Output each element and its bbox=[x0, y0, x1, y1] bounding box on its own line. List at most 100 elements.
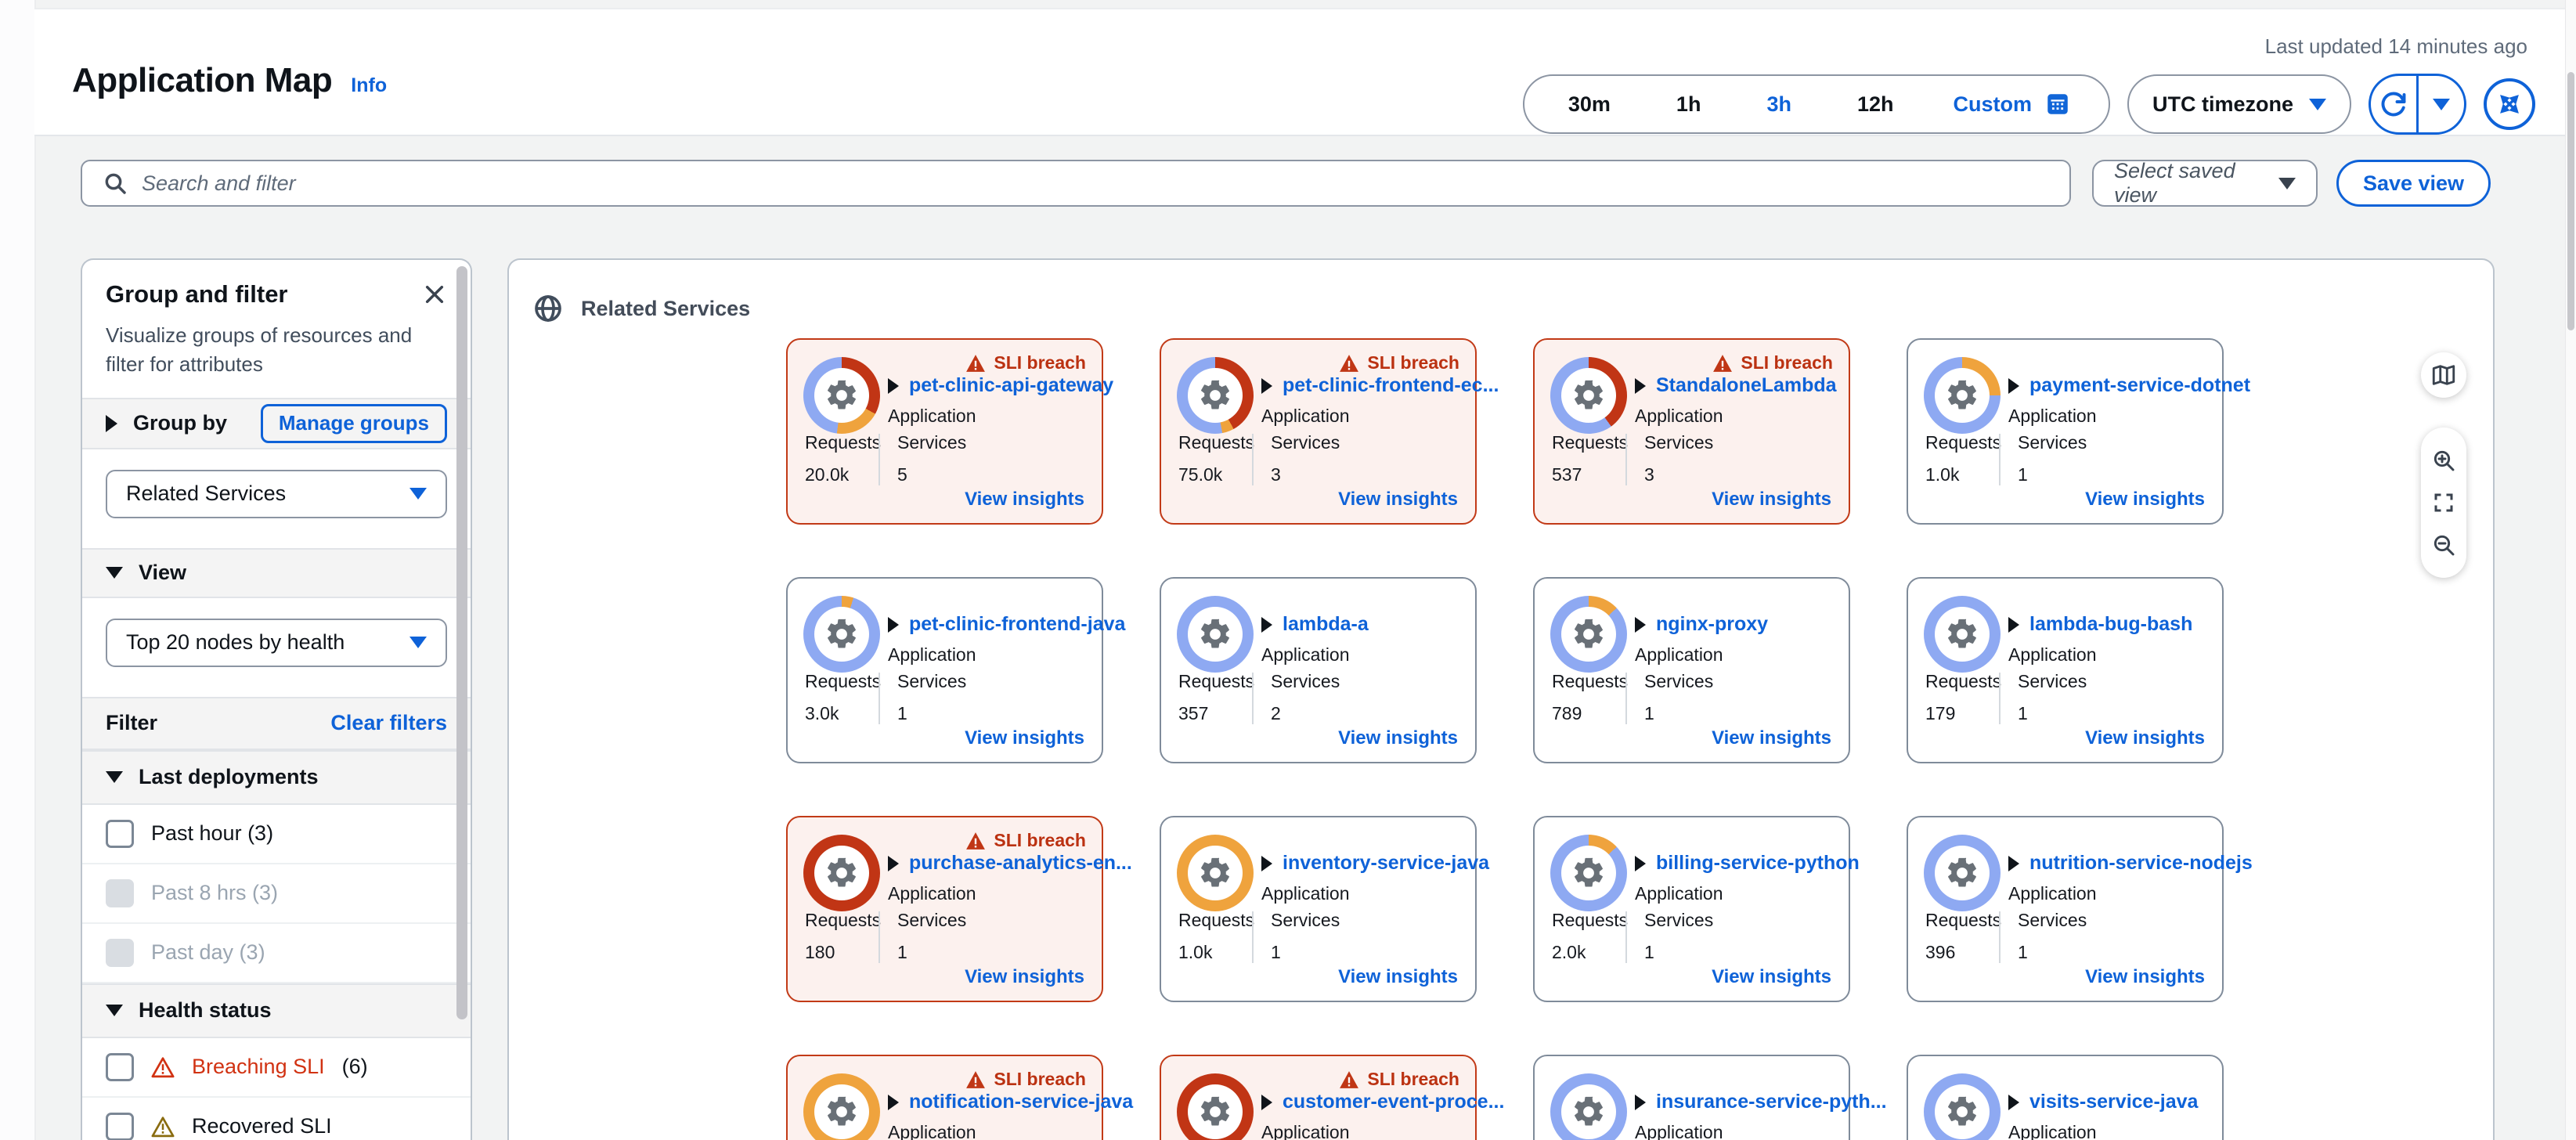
service-name-row[interactable]: lambda-bug-bash bbox=[2008, 613, 2192, 636]
service-card[interactable]: SLI breach lambda-bug-bash Application R… bbox=[1907, 577, 2224, 763]
service-card[interactable]: SLI breach pet-clinic-frontend-ec... App… bbox=[1160, 338, 1477, 525]
fit-to-screen-button[interactable] bbox=[2432, 491, 2455, 514]
expander-triangle-icon[interactable] bbox=[1635, 856, 1646, 871]
service-name-link[interactable]: payment-service-dotnet bbox=[2029, 374, 2250, 397]
service-name-row[interactable]: pet-clinic-api-gateway bbox=[888, 374, 1113, 397]
select-saved-view-dropdown[interactable]: Select saved view bbox=[2092, 160, 2318, 207]
clear-filters-link[interactable]: Clear filters bbox=[330, 711, 447, 735]
timezone-select[interactable]: UTC timezone bbox=[2127, 74, 2351, 134]
expander-triangle-icon[interactable] bbox=[1635, 1095, 1646, 1110]
service-card[interactable]: SLI breach nutrition-service-nodejs Appl… bbox=[1907, 816, 2224, 1002]
expander-triangle-icon[interactable] bbox=[1261, 378, 1272, 394]
service-name-row[interactable]: pet-clinic-frontend-ec... bbox=[1261, 374, 1499, 397]
service-name-link[interactable]: nginx-proxy bbox=[1656, 613, 1768, 636]
service-card[interactable]: SLI breach pet-clinic-api-gateway Applic… bbox=[786, 338, 1103, 525]
service-name-row[interactable]: insurance-service-pyth... bbox=[1635, 1091, 1887, 1113]
view-insights-link[interactable]: View insights bbox=[1712, 727, 1831, 749]
window-scrollbar[interactable] bbox=[2565, 0, 2576, 1140]
service-name-link[interactable]: customer-event-proce... bbox=[1283, 1091, 1504, 1113]
service-name-row[interactable]: inventory-service-java bbox=[1261, 852, 1489, 875]
service-name-row[interactable]: customer-event-proce... bbox=[1261, 1091, 1504, 1113]
manage-groups-button[interactable]: Manage groups bbox=[261, 404, 447, 443]
expander-triangle-icon[interactable] bbox=[1261, 617, 1272, 633]
service-name-link[interactable]: purchase-analytics-en... bbox=[909, 852, 1132, 875]
view-insights-link[interactable]: View insights bbox=[965, 727, 1084, 749]
service-name-link[interactable]: StandaloneLambda bbox=[1656, 374, 1837, 397]
refresh-button[interactable] bbox=[2371, 76, 2416, 132]
last-deployments-section-header[interactable]: Last deployments bbox=[82, 750, 471, 805]
service-name-row[interactable]: billing-service-python bbox=[1635, 852, 1860, 875]
service-name-row[interactable]: nginx-proxy bbox=[1635, 613, 1768, 636]
checkbox[interactable] bbox=[106, 820, 134, 848]
zoom-in-button[interactable] bbox=[2431, 448, 2456, 473]
expander-triangle-icon[interactable] bbox=[1635, 617, 1646, 633]
auto-layout-button[interactable] bbox=[2484, 78, 2535, 130]
zoom-out-button[interactable] bbox=[2431, 532, 2456, 557]
service-name-link[interactable]: inventory-service-java bbox=[1283, 852, 1489, 875]
view-insights-link[interactable]: View insights bbox=[2085, 966, 2205, 988]
health-status-section-header[interactable]: Health status bbox=[82, 983, 471, 1038]
custom-range-button[interactable]: Custom bbox=[1926, 91, 2098, 117]
service-name-row[interactable]: notification-service-java bbox=[888, 1091, 1133, 1113]
service-name-row[interactable]: nutrition-service-nodejs bbox=[2008, 852, 2253, 875]
service-name-link[interactable]: lambda-a bbox=[1283, 613, 1369, 636]
view-insights-link[interactable]: View insights bbox=[965, 489, 1084, 510]
service-name-row[interactable]: lambda-a bbox=[1261, 613, 1369, 636]
view-insights-link[interactable]: View insights bbox=[2085, 489, 2205, 510]
view-insights-link[interactable]: View insights bbox=[1338, 489, 1458, 510]
expander-triangle-icon[interactable] bbox=[1635, 378, 1646, 394]
service-name-link[interactable]: notification-service-java bbox=[909, 1091, 1133, 1113]
service-card[interactable]: SLI breach lambda-a Application Requests… bbox=[1160, 577, 1477, 763]
service-card[interactable]: SLI breach inventory-service-java Applic… bbox=[1160, 816, 1477, 1002]
window-scrollbar-thumb[interactable] bbox=[2567, 72, 2574, 330]
time-range-button[interactable]: 1h bbox=[1643, 92, 1734, 117]
service-card[interactable]: SLI breach insurance-service-pyth... App… bbox=[1533, 1055, 1850, 1140]
service-name-link[interactable]: insurance-service-pyth... bbox=[1656, 1091, 1887, 1113]
checkbox[interactable] bbox=[106, 1113, 134, 1140]
service-card[interactable]: SLI breach notification-service-java App… bbox=[786, 1055, 1103, 1140]
save-view-button[interactable]: Save view bbox=[2336, 160, 2491, 207]
expander-triangle-icon[interactable] bbox=[888, 1095, 899, 1110]
service-name-link[interactable]: pet-clinic-frontend-java bbox=[909, 613, 1125, 636]
checkbox[interactable] bbox=[106, 1053, 134, 1081]
view-insights-link[interactable]: View insights bbox=[1712, 489, 1831, 510]
expander-triangle-icon[interactable] bbox=[1261, 1095, 1272, 1110]
expander-triangle-icon[interactable] bbox=[2008, 1095, 2019, 1110]
service-name-link[interactable]: pet-clinic-api-gateway bbox=[909, 374, 1113, 397]
service-card[interactable]: SLI breach customer-event-proce... Appli… bbox=[1160, 1055, 1477, 1140]
service-card[interactable]: SLI breach purchase-analytics-en... Appl… bbox=[786, 816, 1103, 1002]
view-insights-link[interactable]: View insights bbox=[965, 966, 1084, 988]
expander-triangle-icon[interactable] bbox=[888, 378, 899, 394]
expander-triangle-icon[interactable] bbox=[1261, 856, 1272, 871]
application-map-canvas[interactable]: Related Services SLI breach pet-clinic-a… bbox=[507, 258, 2495, 1140]
refresh-options-button[interactable] bbox=[2416, 76, 2464, 132]
view-insights-link[interactable]: View insights bbox=[1338, 727, 1458, 749]
service-name-row[interactable]: pet-clinic-frontend-java bbox=[888, 613, 1125, 636]
service-name-row[interactable]: payment-service-dotnet bbox=[2008, 374, 2250, 397]
service-card[interactable]: SLI breach payment-service-dotnet Applic… bbox=[1907, 338, 2224, 525]
search-input[interactable]: Search and filter bbox=[81, 160, 2071, 207]
service-card[interactable]: SLI breach pet-clinic-frontend-java Appl… bbox=[786, 577, 1103, 763]
expander-triangle-icon[interactable] bbox=[2008, 617, 2019, 633]
service-card[interactable]: SLI breach billing-service-python Applic… bbox=[1533, 816, 1850, 1002]
expander-triangle-icon[interactable] bbox=[2008, 378, 2019, 394]
service-name-row[interactable]: purchase-analytics-en... bbox=[888, 852, 1132, 875]
service-name-link[interactable]: nutrition-service-nodejs bbox=[2029, 852, 2253, 875]
service-name-row[interactable]: StandaloneLambda bbox=[1635, 374, 1837, 397]
service-name-link[interactable]: pet-clinic-frontend-ec... bbox=[1283, 374, 1499, 397]
time-range-button[interactable]: 3h bbox=[1734, 92, 1824, 117]
view-select[interactable]: Top 20 nodes by health bbox=[106, 619, 447, 667]
view-insights-link[interactable]: View insights bbox=[1712, 966, 1831, 988]
group-by-section-header[interactable]: Group by Manage groups bbox=[82, 398, 471, 449]
service-card[interactable]: SLI breach nginx-proxy Application Reque… bbox=[1533, 577, 1850, 763]
service-name-link[interactable]: billing-service-python bbox=[1656, 852, 1860, 875]
expander-triangle-icon[interactable] bbox=[888, 617, 899, 633]
view-insights-link[interactable]: View insights bbox=[2085, 727, 2205, 749]
service-name-link[interactable]: visits-service-java bbox=[2029, 1091, 2198, 1113]
checkbox[interactable] bbox=[106, 939, 134, 967]
map-legend-button[interactable] bbox=[2421, 352, 2466, 398]
view-section-header[interactable]: View bbox=[82, 548, 471, 598]
expander-triangle-icon[interactable] bbox=[2008, 856, 2019, 871]
checkbox[interactable] bbox=[106, 879, 134, 907]
service-card[interactable]: SLI breach visits-service-java Applicati… bbox=[1907, 1055, 2224, 1140]
